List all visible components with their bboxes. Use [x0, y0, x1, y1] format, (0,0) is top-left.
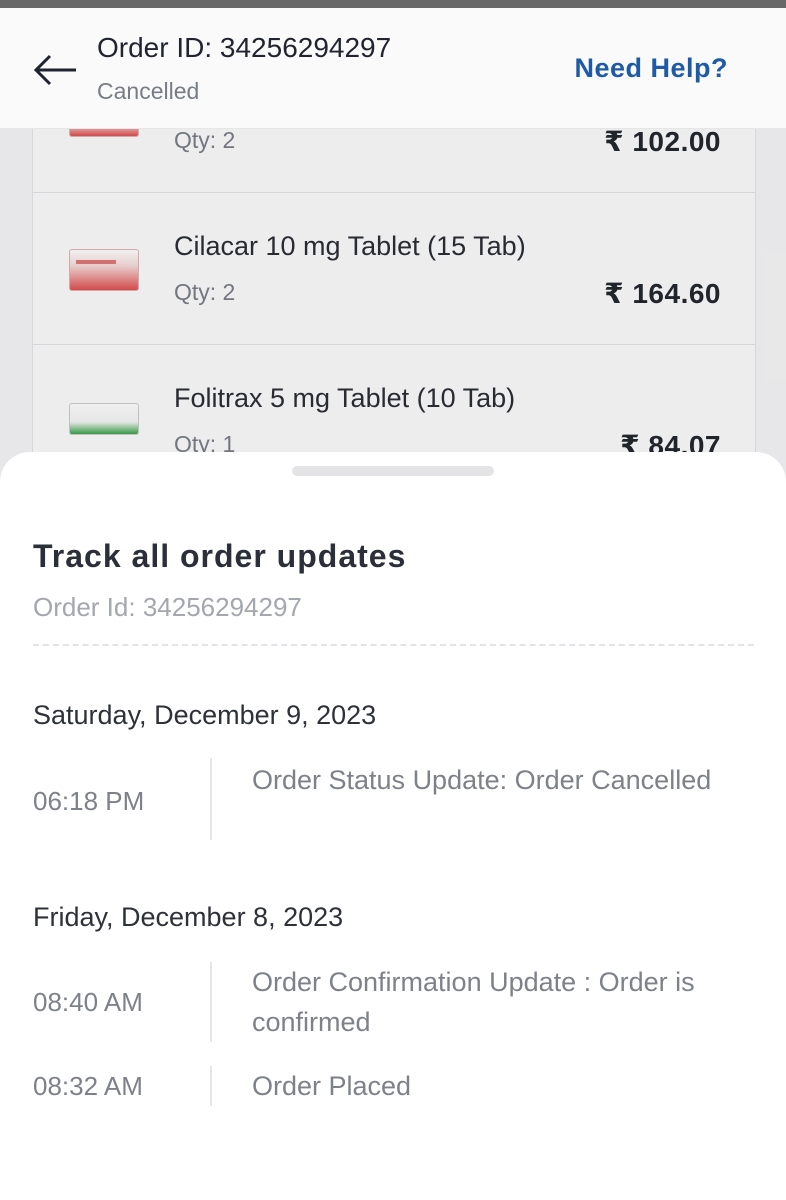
- sheet-title: Track all order updates: [33, 538, 407, 574]
- dashed-divider: [33, 644, 754, 646]
- update-time: 08:32 AM: [33, 1071, 143, 1101]
- page-title: Order ID: 34256294297: [97, 32, 392, 63]
- update-date: Saturday, December 9, 2023: [33, 700, 377, 730]
- drag-handle[interactable]: [292, 466, 494, 476]
- order-status-text: Cancelled: [97, 78, 200, 104]
- timeline-divider: [210, 1066, 212, 1106]
- update-date: Friday, December 8, 2023: [33, 902, 344, 932]
- update-text: Order Confirmation Update : Order is con…: [252, 967, 695, 1037]
- arrow-left-icon: [33, 54, 76, 86]
- need-help-link[interactable]: Need Help?: [574, 53, 728, 84]
- timeline-divider: [210, 758, 212, 840]
- app-header: Order ID: 34256294297 Cancelled Need Hel…: [0, 8, 786, 129]
- update-time: 08:40 AM: [33, 987, 143, 1017]
- back-button[interactable]: [32, 50, 80, 90]
- update-text: Order Placed: [252, 1071, 412, 1101]
- sheet-order-id: Order Id: 34256294297: [33, 592, 302, 622]
- update-time: 06:18 PM: [33, 786, 145, 816]
- update-text: Order Status Update: Order Cancelled: [252, 765, 712, 795]
- order-updates-sheet: Track all order updates Order Id: 342562…: [0, 452, 786, 1200]
- timeline-divider: [210, 962, 212, 1042]
